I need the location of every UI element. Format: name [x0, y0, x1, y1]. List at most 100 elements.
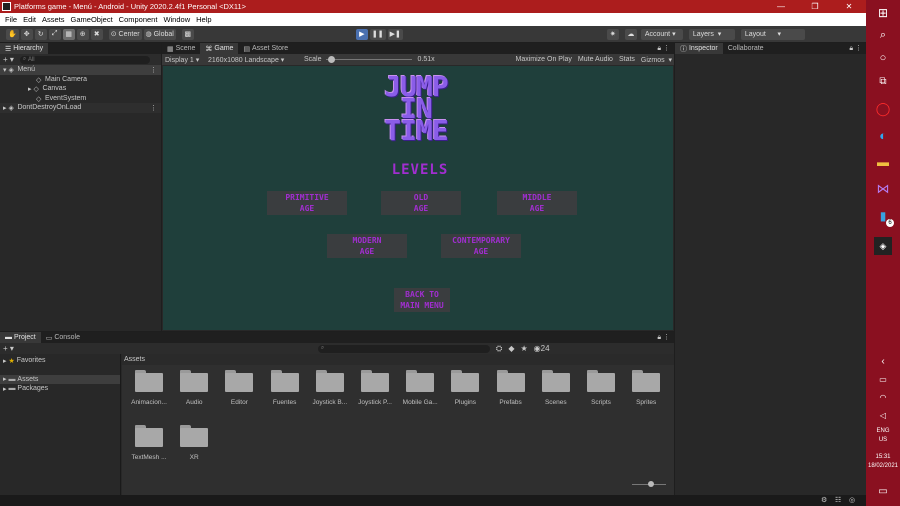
menu-window[interactable]: Window: [160, 15, 193, 24]
middle-age-button[interactable]: MIDDLE AGE: [497, 191, 577, 215]
tab-scene[interactable]: ▦ Scene: [162, 43, 200, 54]
menu-component[interactable]: Component: [116, 15, 161, 24]
folder-item[interactable]: Scenes: [534, 370, 578, 406]
windows-start-icon[interactable]: ⊞: [874, 4, 892, 22]
pause-button[interactable]: ❚❚: [369, 28, 386, 40]
folder-item[interactable]: Audio: [172, 370, 216, 406]
wifi-icon[interactable]: ◠: [874, 388, 892, 406]
tab-game[interactable]: ⌘ Game: [200, 43, 239, 54]
minimize-button[interactable]: —: [764, 2, 798, 11]
opera-icon[interactable]: ◯: [874, 100, 892, 118]
folder-item[interactable]: Mobile Ga...: [398, 370, 442, 406]
folder-item[interactable]: XR: [172, 425, 216, 461]
hierarchy-item[interactable]: ◇ EventSystem: [0, 94, 161, 104]
tab-hierarchy[interactable]: ☰ Hierarchy: [0, 43, 49, 54]
clock[interactable]: 15:31 18/02/2021: [866, 453, 900, 471]
icon-size-slider[interactable]: [632, 481, 666, 487]
activity-icon[interactable]: ◎: [849, 496, 855, 504]
scale-slider[interactable]: [325, 55, 412, 64]
cloud-icon[interactable]: ☁: [624, 28, 637, 40]
old-age-button[interactable]: OLD AGE: [381, 191, 461, 215]
lock-icon[interactable]: 🔒︎ ⋮: [657, 333, 670, 342]
unity-taskbar-icon[interactable]: ◈: [874, 237, 892, 255]
modern-age-button[interactable]: MODERN AGE: [327, 234, 407, 258]
folder-item[interactable]: TextMesh ...: [127, 425, 171, 461]
lock-icon[interactable]: 🔒︎ ⋮: [657, 44, 670, 53]
primitive-age-button[interactable]: PRIMITIVE AGE: [267, 191, 347, 215]
gizmos-dropdown[interactable]: Gizmos ▾: [641, 56, 674, 64]
maximize-on-play-toggle[interactable]: Maximize On Play: [516, 56, 572, 63]
stats-toggle[interactable]: Stats: [619, 56, 635, 63]
filter-label-icon[interactable]: ◆: [508, 344, 514, 353]
menu-help[interactable]: Help: [193, 15, 214, 24]
folder-item[interactable]: Joystick B...: [308, 370, 352, 406]
custom-tool-icon[interactable]: ✖: [90, 28, 103, 40]
add-icon[interactable]: + ▾: [3, 344, 14, 353]
scale-tool-icon[interactable]: ⤢: [48, 28, 61, 40]
file-explorer-icon[interactable]: ▬: [874, 153, 892, 171]
dontdestroy-row[interactable]: ▸ ◈ DontDestroyOnLoad ⋮: [0, 103, 161, 113]
folder-item[interactable]: Prefabs: [489, 370, 533, 406]
menu-file[interactable]: File: [2, 15, 20, 24]
layout-dropdown[interactable]: Layout ▾: [740, 28, 805, 40]
menu-edit[interactable]: Edit: [20, 15, 39, 24]
layers-dropdown[interactable]: Layers ▾: [688, 28, 735, 40]
tab-asset-store[interactable]: ▤ Asset Store: [238, 43, 293, 54]
kebab-menu-icon[interactable]: ⋮: [150, 104, 157, 112]
folder-item[interactable]: Sprites: [624, 370, 668, 406]
task-view-icon[interactable]: ⧉: [874, 72, 892, 90]
tab-inspector[interactable]: ⓘ Inspector: [675, 43, 723, 54]
maximize-button[interactable]: ❐: [798, 2, 832, 11]
contemporary-age-button[interactable]: CONTEMPORARY AGE: [441, 234, 521, 258]
folder-item[interactable]: Scripts: [579, 370, 623, 406]
folder-item[interactable]: Editor: [217, 370, 261, 406]
hierarchy-item[interactable]: ▸ ◇ Canvas: [0, 84, 161, 94]
space-toggle[interactable]: ◍ Global: [143, 28, 176, 40]
hierarchy-search-input[interactable]: ⌕ All: [19, 55, 150, 64]
kebab-menu-icon[interactable]: ⋮: [150, 66, 157, 74]
back-to-main-menu-button[interactable]: BACK TO MAIN MENU: [394, 288, 450, 312]
add-icon[interactable]: + ▾: [3, 55, 14, 64]
cortana-icon[interactable]: ○: [874, 49, 892, 67]
mail-icon[interactable]: ▮ 6: [874, 207, 894, 227]
folder-item[interactable]: Animacion...: [127, 370, 171, 406]
pivot-toggle[interactable]: ⊙ Center: [108, 28, 142, 40]
game-canvas[interactable]: JUMP IN TIME LEVELS PRIMITIVE AGE OLD AG…: [163, 66, 673, 330]
volume-icon[interactable]: ◁: [874, 406, 892, 424]
folder-item[interactable]: Plugins: [443, 370, 487, 406]
assets-row[interactable]: ▸ ▬ Assets: [0, 374, 120, 384]
favorites-row[interactable]: ▸ ★ Favorites: [0, 356, 120, 366]
favorite-star-icon[interactable]: ★: [520, 344, 527, 353]
language-indicator[interactable]: ENG US: [866, 427, 900, 445]
tab-project[interactable]: ▬ Project: [0, 332, 41, 343]
folder-item[interactable]: Fuentes: [263, 370, 307, 406]
chevron-left-icon[interactable]: ‹: [874, 352, 892, 370]
packages-row[interactable]: ▸ ▬ Packages: [0, 384, 120, 394]
bug-icon[interactable]: ⚙: [821, 496, 827, 504]
tab-console[interactable]: ▭ Console: [41, 332, 85, 343]
rotate-tool-icon[interactable]: ↻: [34, 28, 47, 40]
collab-icon[interactable]: ✷: [606, 28, 619, 40]
folder-item[interactable]: Joystick P...: [353, 370, 397, 406]
step-button[interactable]: ▶❚: [387, 28, 403, 40]
graph-icon[interactable]: ☷: [835, 496, 841, 504]
menu-gameobject[interactable]: GameObject: [68, 15, 116, 24]
edge-icon[interactable]: ◐: [874, 126, 892, 144]
transform-tool-icon[interactable]: ⊕: [76, 28, 89, 40]
hierarchy-item[interactable]: ◇ Main Camera: [0, 75, 161, 85]
move-tool-icon[interactable]: ✥: [20, 28, 33, 40]
notifications-icon[interactable]: ▭: [874, 482, 892, 500]
menu-assets[interactable]: Assets: [39, 15, 68, 24]
grid-snap-icon[interactable]: ▩: [181, 28, 194, 40]
rect-tool-icon[interactable]: ▦: [62, 28, 75, 40]
battery-icon[interactable]: ▭: [874, 370, 892, 388]
search-icon[interactable]: ⌕: [874, 26, 892, 44]
mute-audio-toggle[interactable]: Mute Audio: [578, 56, 613, 63]
account-dropdown[interactable]: Account ▾: [640, 28, 683, 40]
tab-collaborate[interactable]: Collaborate: [723, 43, 769, 54]
scene-row[interactable]: ▾ ◈ Menú ⋮: [0, 65, 161, 75]
collapsed-icon[interactable]: ▸: [28, 85, 32, 93]
visual-studio-icon[interactable]: ⋈: [874, 180, 892, 198]
play-button[interactable]: ▶: [355, 28, 368, 40]
hidden-packages-icon[interactable]: ◉: [534, 344, 541, 353]
